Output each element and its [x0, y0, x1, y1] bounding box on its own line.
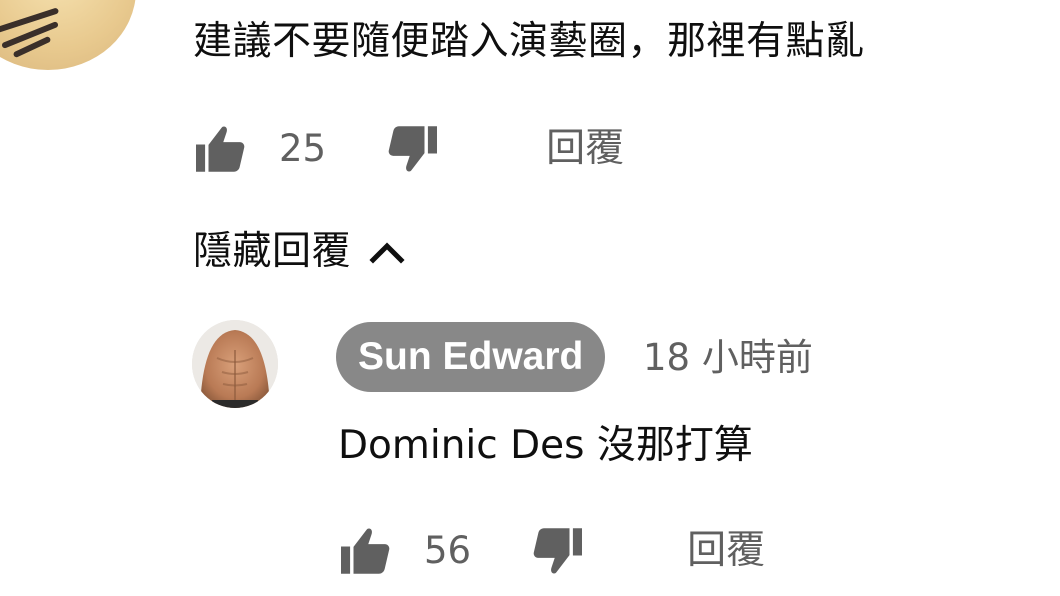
reply-author-avatar[interactable]	[192, 320, 278, 408]
hide-replies-label: 隱藏回覆	[193, 229, 352, 274]
reply-like-count: 56	[424, 529, 472, 572]
reply-author-name[interactable]: Sun Edward	[336, 322, 606, 392]
dislike-icon[interactable]	[529, 526, 585, 576]
hide-replies-button[interactable]: 隱藏回覆	[193, 222, 405, 282]
chevron-up-icon	[369, 240, 405, 264]
parent-comment-text: 建議不要隨便踏入演藝圈，那裡有點亂	[193, 19, 865, 64]
parent-comment-actions: 25 回覆	[193, 124, 624, 174]
like-icon[interactable]	[338, 526, 394, 576]
parent-like-count: 25	[279, 127, 327, 170]
reply-reply-button[interactable]: 回覆	[687, 526, 765, 576]
reply-comment-text: Dominic Des 沒那打算	[338, 423, 753, 468]
parent-comment-avatar[interactable]	[0, 0, 136, 70]
parent-reply-button[interactable]: 回覆	[546, 124, 624, 174]
like-icon[interactable]	[193, 124, 249, 174]
reply-actions: 56 回覆	[338, 526, 765, 576]
dislike-icon[interactable]	[384, 124, 440, 174]
reply-timestamp[interactable]: 18 小時前	[643, 330, 813, 386]
